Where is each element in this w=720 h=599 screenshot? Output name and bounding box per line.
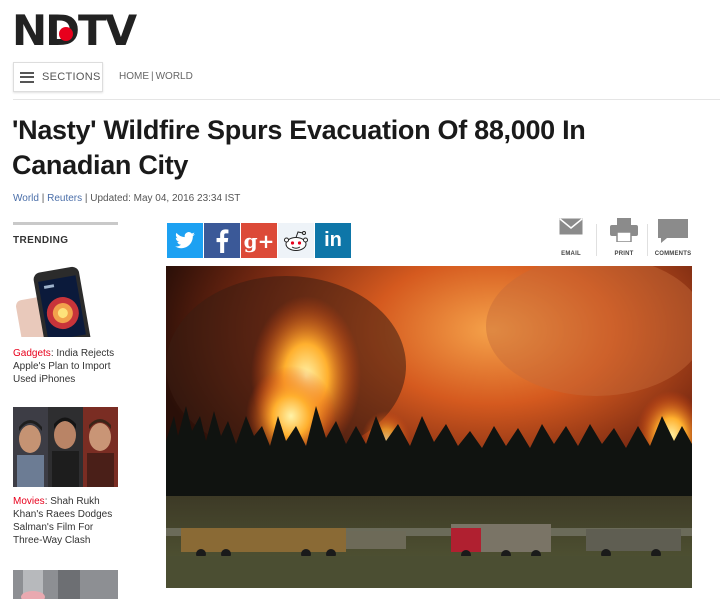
googleplus-icon: g+ (243, 228, 275, 253)
share-facebook-button[interactable] (204, 223, 240, 258)
sections-label: SECTIONS (42, 71, 101, 83)
share-linkedin-button[interactable]: in (315, 223, 351, 258)
facebook-icon (216, 228, 229, 253)
print-button[interactable]: PRINT (602, 218, 646, 264)
envelope-icon (559, 218, 583, 235)
comments-button[interactable]: COMMENTS (651, 218, 695, 264)
printer-icon (610, 218, 638, 242)
linkedin-icon: in (324, 229, 342, 251)
trending-item-1[interactable]: Gadgets: India Rejects Apple's Plan to I… (13, 347, 118, 386)
logo-text: NDTV (12, 6, 137, 55)
logo-red-dot (59, 27, 73, 41)
hamburger-icon (20, 71, 34, 83)
article-byline: World | Reuters | Updated: May 04, 2016 … (13, 193, 241, 204)
ndtv-logo[interactable]: NDTV (12, 6, 137, 55)
breadcrumb-world[interactable]: WORLD (156, 71, 193, 82)
trending-item-1-image[interactable] (13, 262, 118, 337)
breadcrumb: HOME | WORLD (119, 71, 193, 82)
trending-item-2-category: Movies (13, 496, 45, 507)
byline-updated: Updated: May 04, 2016 23:34 IST (90, 193, 241, 204)
reddit-icon (284, 230, 308, 251)
share-twitter-button[interactable] (167, 223, 203, 258)
breadcrumb-home[interactable]: HOME (119, 71, 149, 82)
header-divider (13, 99, 720, 100)
share-reddit-button[interactable] (278, 223, 314, 258)
comments-label: COMMENTS (654, 251, 692, 257)
article-headline: 'Nasty' Wildfire Spurs Evacuation Of 88,… (12, 115, 586, 180)
tools-divider (596, 224, 597, 256)
email-button[interactable]: EMAIL (549, 218, 593, 264)
trending-item-1-category: Gadgets (13, 348, 51, 359)
breadcrumb-separator: | (151, 71, 154, 82)
share-googleplus-button[interactable]: g+ (241, 223, 277, 258)
trending-title: TRENDING (13, 235, 69, 246)
social-share-bar: g+ in (167, 223, 352, 258)
email-label: EMAIL (561, 251, 581, 257)
trending-item-2-image[interactable] (13, 407, 118, 487)
trending-item-3-image[interactable] (13, 570, 118, 599)
comment-bubble-icon (658, 219, 688, 243)
byline-source-link[interactable]: Reuters (47, 193, 82, 204)
byline-category-link[interactable]: World (13, 193, 39, 204)
sections-menu-button[interactable]: SECTIONS (13, 62, 103, 92)
tools-divider (647, 224, 648, 256)
twitter-icon (175, 231, 195, 248)
article-hero-image (166, 266, 692, 588)
trending-rule (13, 222, 118, 225)
print-label: PRINT (614, 251, 634, 257)
trending-item-2[interactable]: Movies: Shah Rukh Khan's Raees Dodges Sa… (13, 495, 118, 547)
wildfire-photo (166, 266, 692, 588)
